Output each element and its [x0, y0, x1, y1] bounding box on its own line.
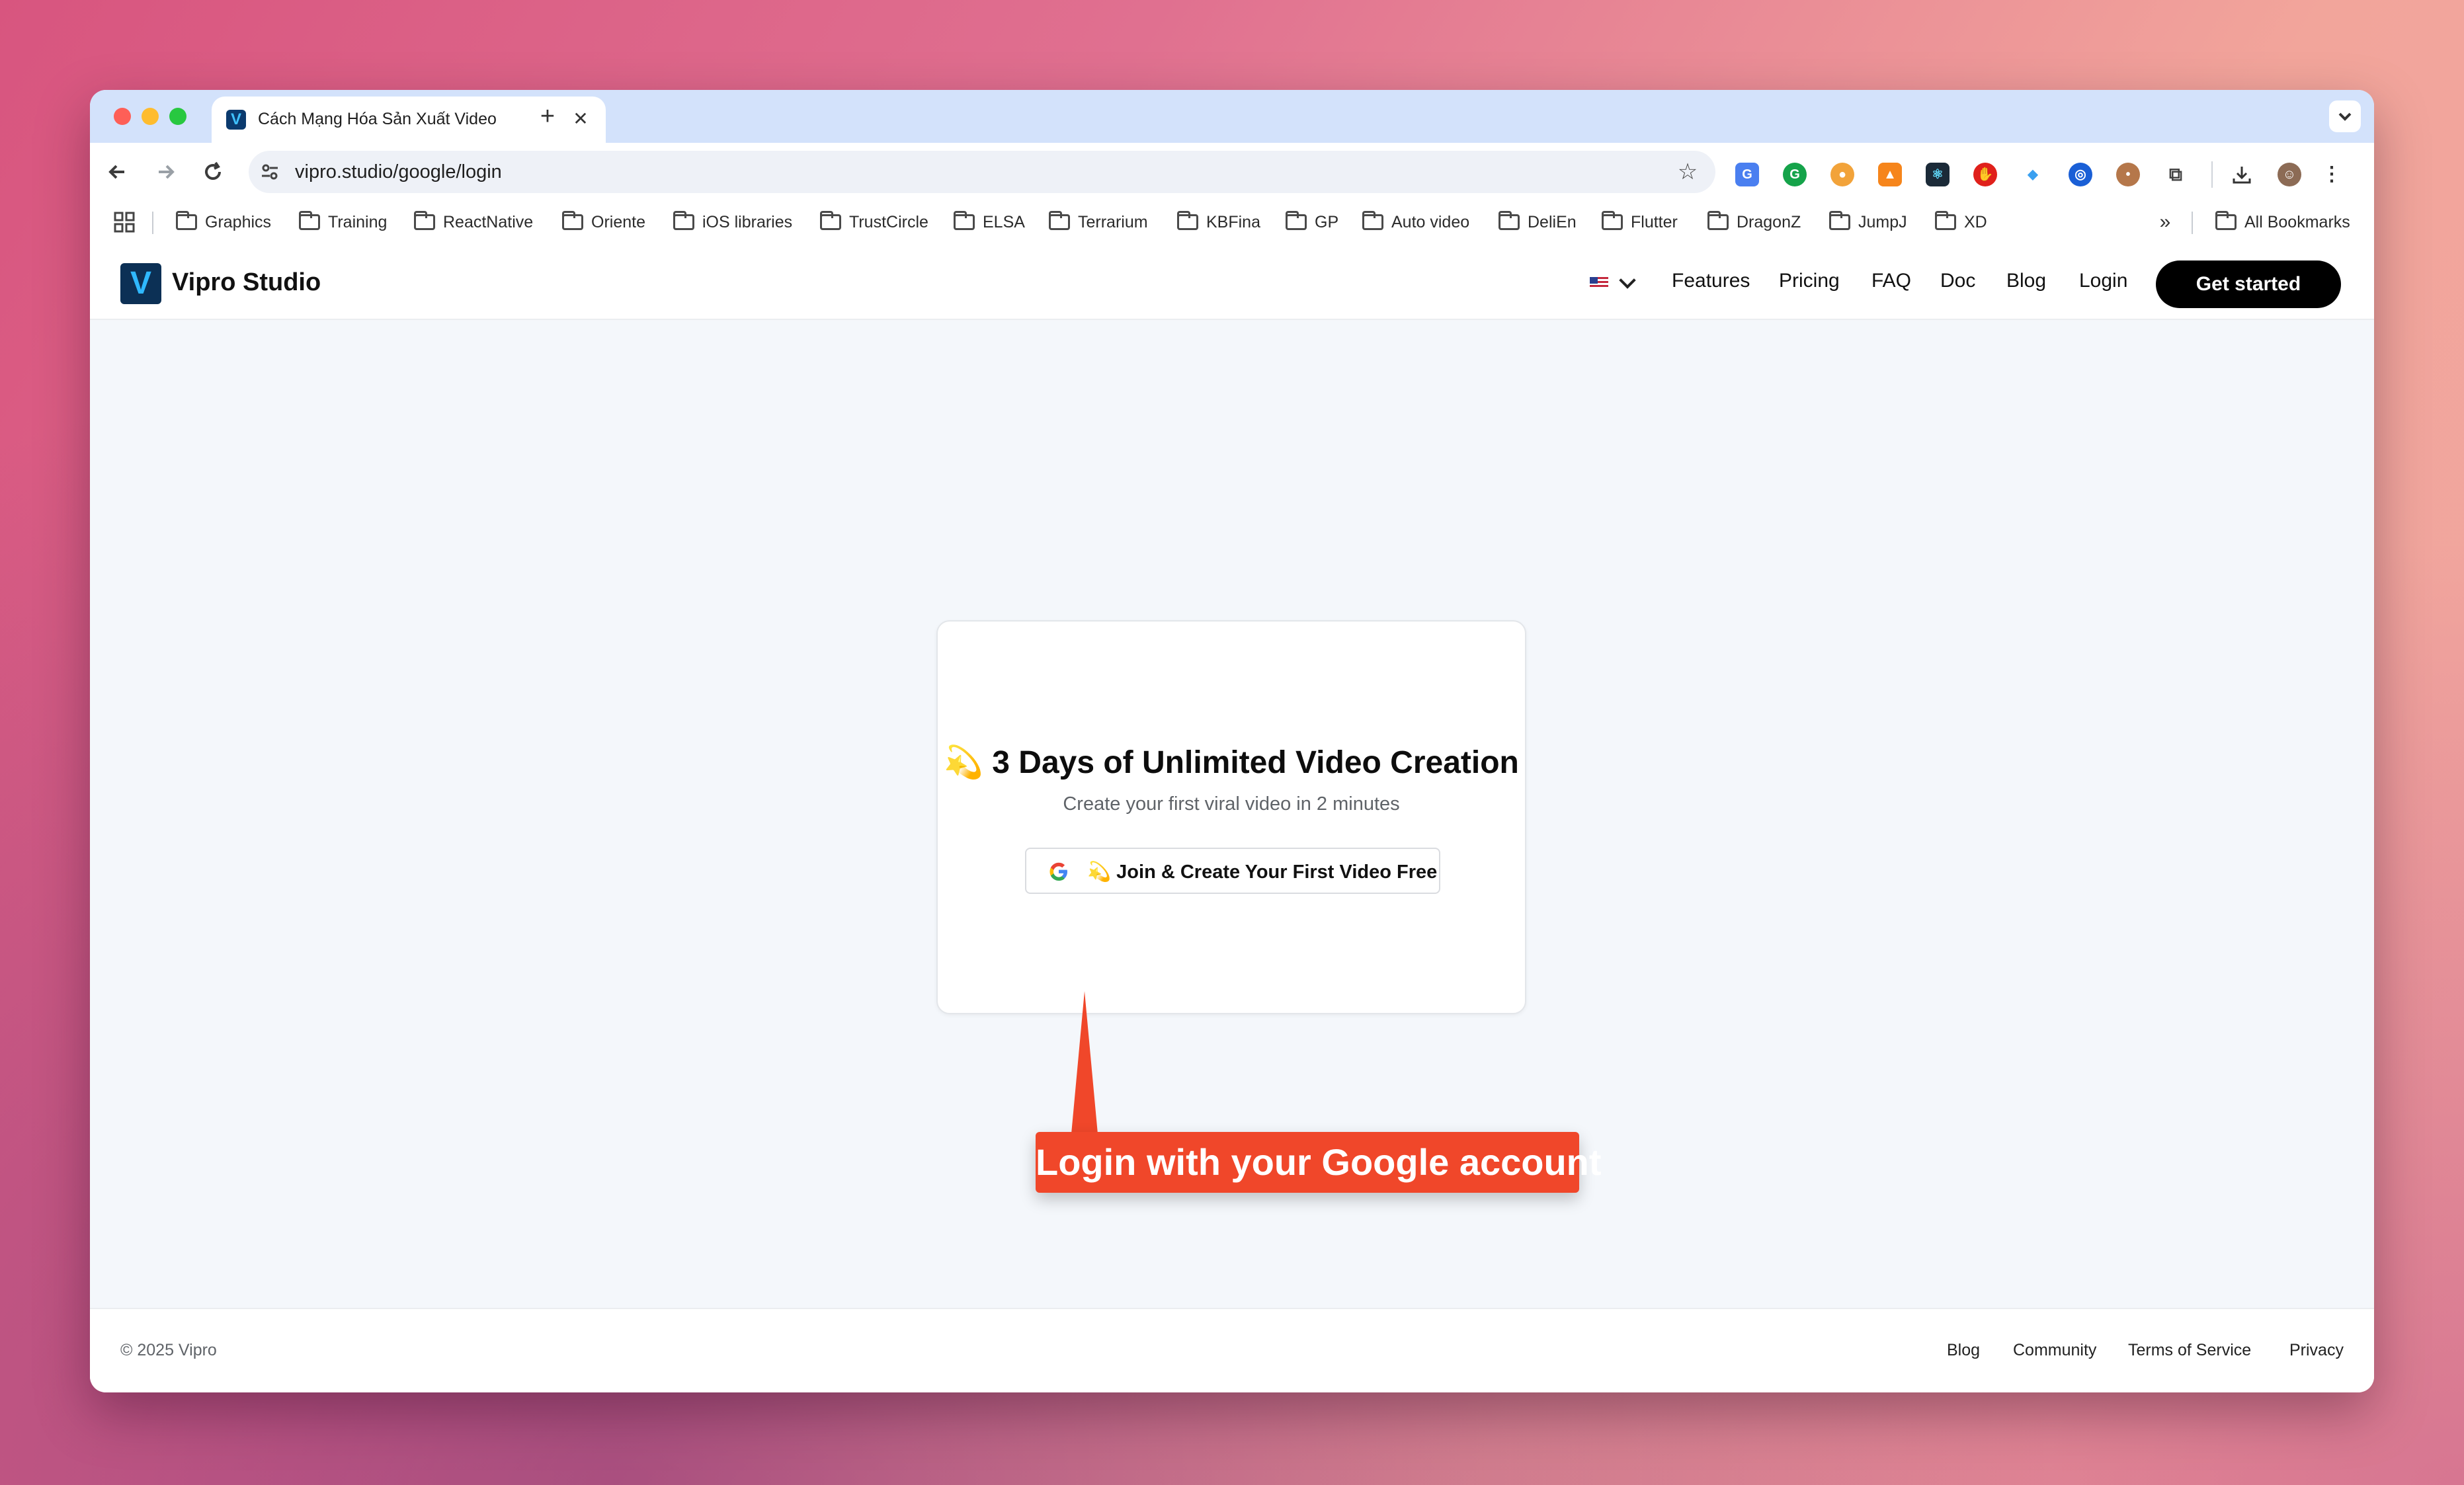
folder-icon: [1286, 211, 1307, 230]
footer-link-privacy[interactable]: Privacy: [2289, 1341, 2344, 1360]
profile-avatar[interactable]: ☺: [2278, 163, 2301, 186]
download-icon[interactable]: [2230, 163, 2254, 186]
login-card: 💫 3 Days of Unlimited Video Creation Cre…: [936, 620, 1526, 1014]
nav-doc[interactable]: Doc: [1940, 270, 1975, 292]
bookmark-folder-oriente[interactable]: Oriente: [562, 209, 645, 235]
bookmark-folder-ios-libraries[interactable]: iOS libraries: [673, 209, 792, 235]
folder-icon: [673, 211, 694, 230]
us-flag-icon: [1590, 277, 1608, 289]
window-maximize-button[interactable]: [169, 108, 186, 125]
google-login-label: 💫 Join & Create Your First Video Free: [1087, 862, 1438, 883]
tab-favicon-icon: V: [226, 110, 246, 130]
adblock-icon[interactable]: ✋: [1973, 163, 1997, 186]
folder-icon: [954, 211, 975, 230]
get-started-button[interactable]: Get started: [2156, 261, 2341, 308]
translate-icon[interactable]: G: [1735, 163, 1759, 186]
tab-strip: V Cách Mạng Hóa Sản Xuất Video ✕ +: [90, 90, 2374, 143]
copyright-text: © 2025 Vipro: [120, 1341, 217, 1359]
vipro-logo-icon[interactable]: V: [120, 263, 161, 304]
window-minimize-button[interactable]: [142, 108, 159, 125]
all-bookmarks-folder[interactable]: All Bookmarks: [2215, 209, 2350, 235]
bookmark-folder-elsa[interactable]: ELSA: [954, 209, 1025, 235]
folder-icon: [2215, 211, 2237, 230]
browser-window: V Cách Mạng Hóa Sản Xuất Video ✕ + vipro…: [90, 90, 2374, 1392]
extension-icon[interactable]: ◆: [2021, 163, 2045, 186]
bookmark-folder-auto-video[interactable]: Auto video: [1362, 209, 1469, 235]
folder-icon: [1935, 211, 1956, 230]
folder-icon: [1707, 211, 1729, 230]
language-selector[interactable]: [1590, 271, 1636, 295]
nav-pricing[interactable]: Pricing: [1779, 270, 1840, 292]
card-title: 💫 3 Days of Unlimited Video Creation: [944, 745, 1519, 780]
back-icon[interactable]: [103, 157, 132, 186]
folder-icon: [820, 211, 841, 230]
bookmark-folder-trustcircle[interactable]: TrustCircle: [820, 209, 928, 235]
nav-blog[interactable]: Blog: [2006, 270, 2046, 292]
bookmark-folder-gp[interactable]: GP: [1286, 209, 1338, 235]
folder-icon: [299, 211, 320, 230]
callout-annotation: Login with your Google account: [1036, 1132, 1602, 1193]
folder-icon: [414, 211, 435, 230]
react-devtools-icon[interactable]: ⚛: [1926, 163, 1950, 186]
main-content: 💫 3 Days of Unlimited Video Creation Cre…: [90, 320, 2374, 1308]
footer-link-community[interactable]: Community: [2013, 1341, 2096, 1360]
extension-icon[interactable]: ●: [1830, 163, 1854, 186]
site-settings-icon[interactable]: [261, 163, 279, 181]
google-icon: [1049, 862, 1067, 881]
reload-icon[interactable]: [198, 157, 227, 186]
footer-link-blog[interactable]: Blog: [1947, 1341, 1980, 1360]
bookmarks-bar: Graphics Training ReactNative Oriente iO…: [90, 200, 2374, 246]
apps-grid-icon[interactable]: [112, 210, 136, 234]
bookmarks-divider: [152, 212, 153, 234]
bookmark-folder-jumpj[interactable]: JumpJ: [1829, 209, 1907, 235]
footer-link-terms[interactable]: Terms of Service: [2128, 1341, 2251, 1360]
metamask-icon[interactable]: ▲: [1878, 163, 1902, 186]
toolbar-divider: [2211, 161, 2213, 188]
google-login-button[interactable]: 💫 Join & Create Your First Video Free: [1025, 848, 1440, 894]
site-footer: © 2025 Vipro Blog Community Terms of Ser…: [90, 1308, 2374, 1392]
folder-icon: [176, 211, 197, 230]
tab-close-icon[interactable]: ✕: [569, 107, 593, 131]
bookmark-folder-flutter[interactable]: Flutter: [1602, 209, 1678, 235]
callout-arrow-icon: [1071, 991, 1098, 1134]
browser-toolbar: vipro.studio/google/login ☆ G G ● ▲ ⚛ ✋ …: [90, 143, 2374, 200]
bookmark-folder-xd[interactable]: XD: [1935, 209, 1987, 235]
chevron-down-icon: [1619, 272, 1636, 289]
forward-icon[interactable]: [151, 157, 180, 186]
bookmark-folder-dragonz[interactable]: DragonZ: [1707, 209, 1801, 235]
bookmark-folder-reactnative[interactable]: ReactNative: [414, 209, 533, 235]
folder-icon: [1602, 211, 1623, 230]
folder-icon: [1829, 211, 1850, 230]
bookmark-folder-terrarium[interactable]: Terrarium: [1049, 209, 1148, 235]
site-header: V Vipro Studio Features Pricing FAQ Doc …: [90, 246, 2374, 320]
bookmark-star-icon[interactable]: ☆: [1674, 159, 1701, 185]
tab-title: Cách Mạng Hóa Sản Xuất Video: [258, 110, 497, 128]
address-bar[interactable]: vipro.studio/google/login ☆: [249, 151, 1715, 193]
bookmark-folder-training[interactable]: Training: [299, 209, 387, 235]
bookmark-folder-graphics[interactable]: Graphics: [176, 209, 271, 235]
url-text[interactable]: vipro.studio/google/login: [295, 161, 502, 183]
card-subtitle: Create your first viral video in 2 minut…: [1063, 793, 1400, 815]
grammarly-icon[interactable]: G: [1783, 163, 1807, 186]
folder-icon: [1499, 211, 1520, 230]
tab-search-chevron-icon[interactable]: [2329, 100, 2361, 132]
more-menu-icon[interactable]: ⋮: [2320, 163, 2344, 186]
window-close-button[interactable]: [114, 108, 131, 125]
puzzle-icon[interactable]: ⧉: [2164, 163, 2188, 186]
bookmarks-divider: [2192, 212, 2193, 234]
bookmarks-overflow-icon[interactable]: »: [2152, 209, 2178, 235]
folder-icon: [1049, 211, 1070, 230]
nav-features[interactable]: Features: [1672, 270, 1750, 292]
bookmark-folder-kbfina[interactable]: KBFina: [1177, 209, 1260, 235]
folder-icon: [1362, 211, 1383, 230]
cookie-icon[interactable]: •: [2116, 163, 2140, 186]
nav-faq[interactable]: FAQ: [1871, 270, 1911, 292]
bookmark-folder-delien[interactable]: DeliEn: [1499, 209, 1577, 235]
folder-icon: [562, 211, 583, 230]
folder-icon: [1177, 211, 1198, 230]
new-tab-button[interactable]: +: [533, 102, 562, 131]
nav-login[interactable]: Login: [2079, 270, 2127, 292]
brand-name[interactable]: Vipro Studio: [172, 268, 321, 297]
extension-icon[interactable]: ◎: [2069, 163, 2092, 186]
